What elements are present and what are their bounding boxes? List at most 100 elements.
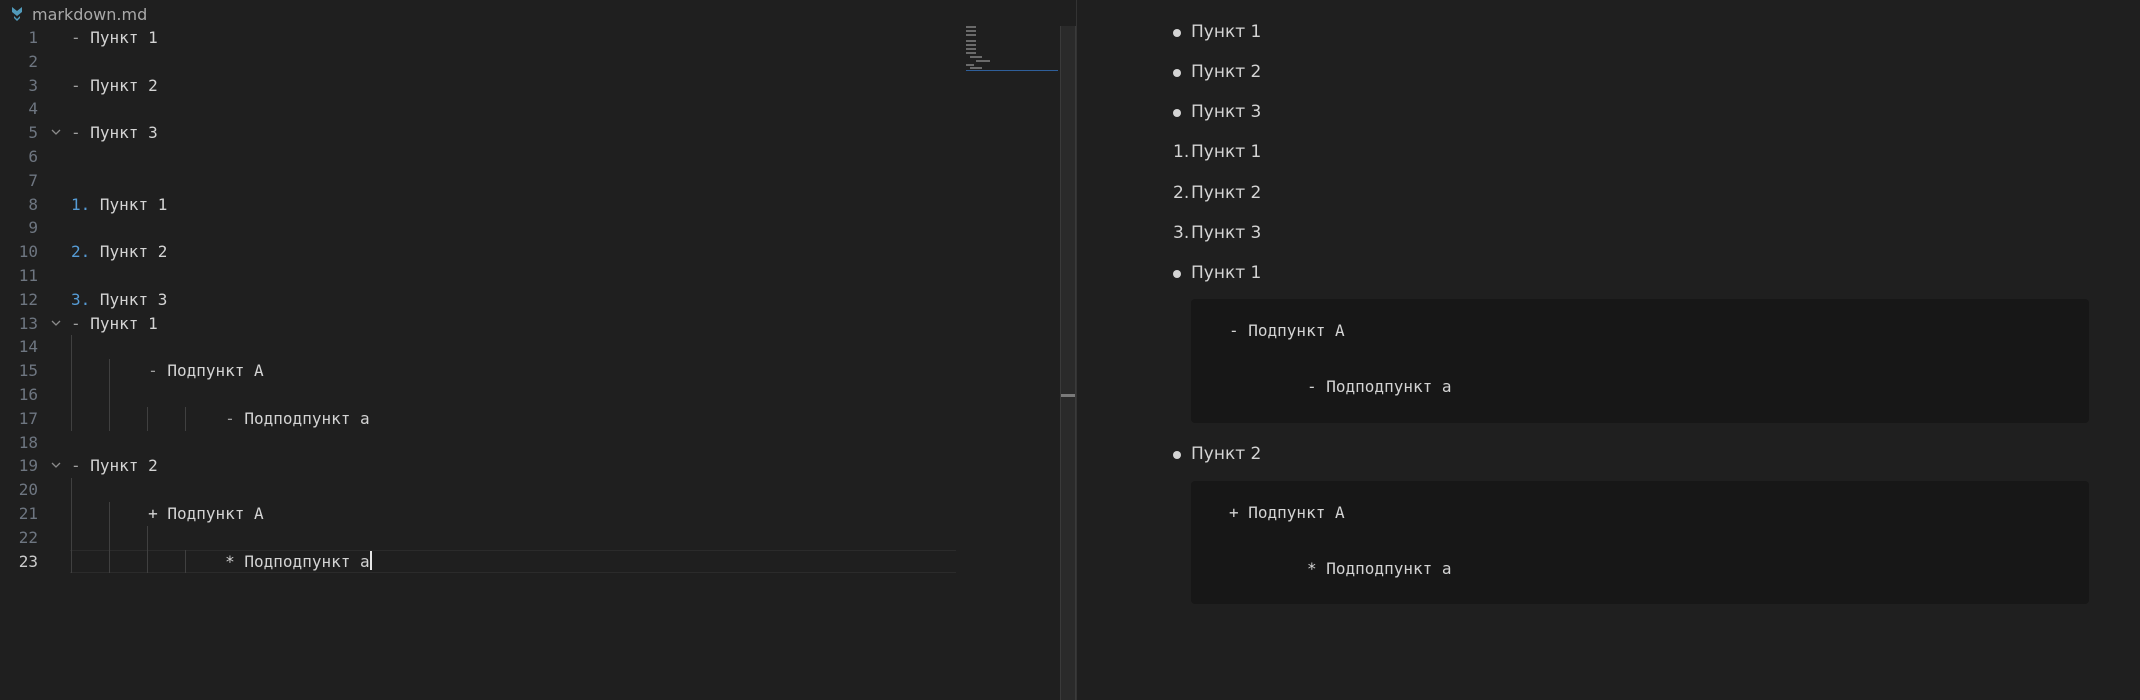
line-text: - Подподпункт a <box>71 407 370 431</box>
preview-code-block: + Подпункт A * Подподпункт a <box>1191 481 2089 604</box>
editor-line[interactable]: 9 <box>0 216 956 240</box>
editor-line[interactable]: 20 <box>0 478 956 502</box>
text-token: Пункт 3 <box>99 289 168 309</box>
line-number: 16 <box>18 384 38 404</box>
editor-line[interactable]: 16 <box>0 382 956 407</box>
line-number: 17 <box>18 408 38 428</box>
breadcrumb[interactable]: markdown.md <box>10 2 147 26</box>
code-line: + Подпункт A <box>1229 503 1345 522</box>
preview-code-block: - Подпункт A - Подподпункт a <box>1191 299 2089 423</box>
bullet-icon <box>1173 69 1181 77</box>
preview-list-item: Пункт 2 <box>1191 62 1262 82</box>
editor-line[interactable]: 17 - Подподпункт a <box>0 406 956 431</box>
breadcrumb-filename[interactable]: markdown.md <box>32 5 147 24</box>
line-text: 2. Пункт 2 <box>71 240 167 264</box>
line-number: 19 <box>18 456 38 476</box>
preview-list-item: Пункт 1 <box>1191 263 1262 283</box>
list-marker-token: - <box>71 28 91 47</box>
list-marker-token: - <box>71 313 91 333</box>
indent-guide <box>71 525 72 550</box>
list-number-token: 2. <box>71 242 100 262</box>
preview-list-item: Пункт 1 <box>1191 142 1262 162</box>
minimap[interactable] <box>962 24 1058 76</box>
bullet-icon <box>1173 109 1181 117</box>
preview-list-item: Пункт 3 <box>1191 102 1262 122</box>
editor-line[interactable]: 15 - Подпункт A <box>0 359 956 383</box>
line-number: 4 <box>28 99 38 119</box>
vertical-scrollbar[interactable] <box>1060 26 1076 700</box>
editor-line[interactable]: 2 <box>0 50 956 74</box>
line-text: - Пункт 3 <box>71 121 158 145</box>
list-marker-token: - <box>71 75 91 95</box>
markdown-file-icon <box>10 6 24 22</box>
editor-pane[interactable]: markdown.md 1- Пункт 123- Пункт 245- Пун… <box>0 0 1076 700</box>
list-marker-token: - <box>148 361 168 381</box>
line-text: - Подпункт A <box>71 359 264 383</box>
text-token: Подподпункт a <box>244 408 370 428</box>
line-number: 12 <box>18 289 38 309</box>
list-marker-token: - <box>71 456 91 476</box>
line-text: - Пункт 2 <box>71 74 158 98</box>
editor-line[interactable]: 18 <box>0 431 956 455</box>
line-text: * Подподпункт a <box>71 550 372 574</box>
indent-guide <box>71 335 72 360</box>
code-line: - Подпункт A <box>1229 321 1345 340</box>
editor-line[interactable]: 21 + Подпункт A <box>0 501 956 526</box>
line-number: 14 <box>18 337 38 357</box>
editor-line[interactable]: 12 3. Пункт 3 <box>0 288 956 312</box>
line-text: + Подпункт A <box>71 502 264 526</box>
editor-line[interactable]: 5 - Пункт 3 <box>0 121 956 145</box>
line-text: - Пункт 1 <box>71 312 158 336</box>
text-cursor <box>369 550 372 570</box>
editor-line[interactable]: 10 2. Пункт 2 <box>0 240 956 264</box>
code-line: * Подподпункт a <box>1307 559 1452 578</box>
editor-line-current[interactable]: 23 * Подподпункт a <box>19 549 956 574</box>
editor-line[interactable]: 3 - Пункт 2 <box>0 74 956 98</box>
line-text: 1. Пункт 1 <box>71 193 167 217</box>
line-number: 15 <box>18 361 38 381</box>
line-number: 5 <box>28 123 38 143</box>
line-number: 8 <box>28 194 38 214</box>
editor-line[interactable]: 8 1. Пункт 1 <box>0 193 956 217</box>
editor-line[interactable]: 4 <box>0 97 956 121</box>
line-number: 23 <box>18 551 38 571</box>
editor-line[interactable]: 14 <box>0 335 956 360</box>
bullet-icon <box>1173 451 1181 459</box>
scrollbar-thumb[interactable] <box>1061 394 1075 397</box>
list-marker-token: - <box>71 123 91 143</box>
text-token: + Подпункт A <box>71 503 264 523</box>
line-number: 20 <box>18 480 38 500</box>
markdown-preview-pane[interactable]: Пункт 1 Пункт 2 Пункт 3 1. Пункт 1 2. Пу… <box>1077 0 2140 700</box>
indent-guide <box>71 382 72 407</box>
text-token: * Подподпункт a <box>71 551 370 571</box>
indent-guide <box>147 525 148 550</box>
line-number: 21 <box>18 503 38 523</box>
indent-guide <box>71 478 72 502</box>
preview-list-number: 1. <box>1173 142 1190 162</box>
editor-line[interactable]: 6 <box>0 145 956 169</box>
editor-line[interactable]: 7 <box>0 169 956 193</box>
line-number: 6 <box>28 146 38 166</box>
editor-line[interactable]: 22 <box>0 525 956 550</box>
editor-line[interactable]: 13 - Пункт 1 <box>0 312 956 336</box>
list-marker-token: - <box>225 408 245 428</box>
preview-list-number: 3. <box>1173 223 1190 243</box>
line-number: 22 <box>18 527 38 547</box>
editor-line[interactable]: 19 - Пункт 2 <box>0 454 956 478</box>
text-token: Пункт 1 <box>99 194 168 214</box>
indent-guide <box>109 382 110 407</box>
line-text: 3. Пункт 3 <box>71 288 167 312</box>
list-number-token: 3. <box>71 289 100 309</box>
editor-line[interactable]: 11 <box>0 264 956 288</box>
text-token: Пункт 1 <box>90 28 158 47</box>
line-number: 3 <box>28 75 38 95</box>
line-number: 11 <box>18 265 38 285</box>
line-number: 13 <box>18 313 38 333</box>
code-editor[interactable]: 1- Пункт 123- Пункт 245- Пункт 3 6 7 8 1. Пу… <box>0 26 956 574</box>
line-number: 7 <box>28 170 38 190</box>
text-token: Пункт 2 <box>99 242 168 262</box>
preview-list-item: Пункт 2 <box>1191 183 1262 203</box>
editor-line[interactable]: 1 - Пункт 1 <box>0 26 956 50</box>
